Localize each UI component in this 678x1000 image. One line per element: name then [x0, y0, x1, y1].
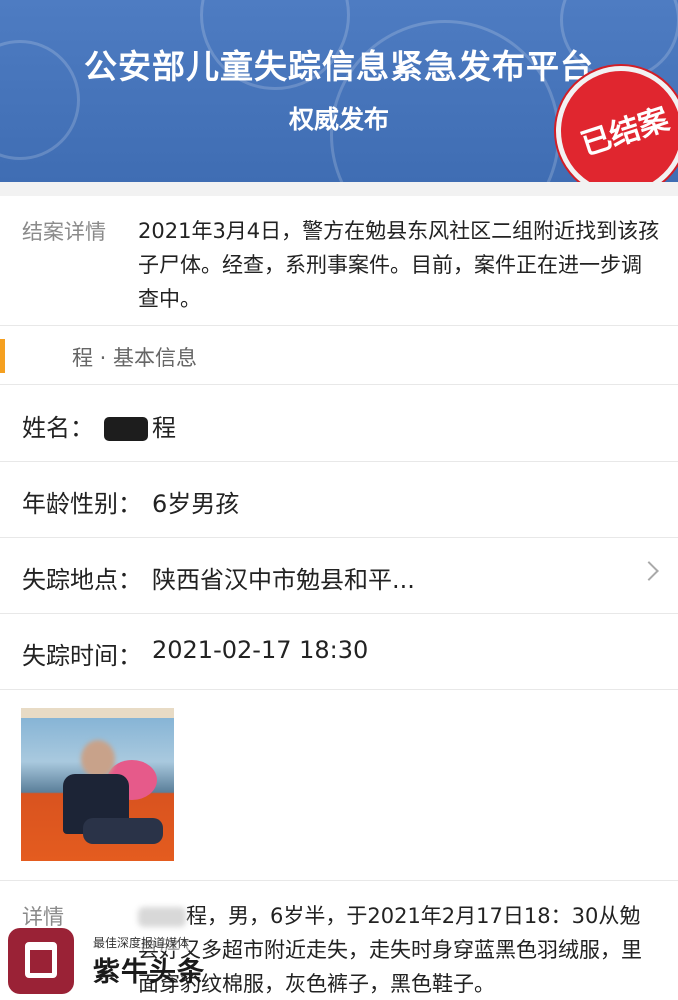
banner-title: 公安部儿童失踪信息紧急发布平台 — [84, 47, 594, 86]
detail-text-body: 程，男，6岁半，于2021年2月17日18：30从勉县好又多超市附近走失，走失时… — [138, 904, 642, 996]
ziniu-logo-icon — [8, 928, 74, 994]
info-row-age: 年龄性别： 6岁男孩 — [0, 462, 678, 538]
redaction-block — [104, 417, 148, 441]
case-details: 结案详情 2021年3月4日，警方在勉县东风社区二组附近找到该孩子尸体。经查，系… — [0, 196, 678, 326]
photo-rail — [21, 708, 174, 718]
location-value: 陕西省汉中市勉县和平... — [152, 566, 415, 594]
watermark-brand: 紫牛头条 — [93, 957, 205, 988]
basic-info-header: 程 · 基本信息 — [0, 327, 678, 385]
location-key: 失踪地点： — [22, 566, 142, 594]
age-key: 年龄性别： — [22, 490, 142, 518]
blurred-name — [138, 907, 186, 927]
child-photo[interactable] — [21, 708, 174, 861]
case-details-label: 结案详情 — [22, 220, 106, 244]
photo-legs — [83, 818, 163, 844]
basic-info-title: 程 · 基本信息 — [72, 346, 198, 370]
info-row-name: 姓名： 程 — [0, 386, 678, 462]
detail-text: 程，男，6岁半，于2021年2月17日18：30从勉县好又多超市附近走失，走失时… — [138, 899, 658, 1000]
info-row-location[interactable]: 失踪地点： 陕西省汉中市勉县和平... — [0, 538, 678, 614]
logo-glyph — [25, 942, 57, 978]
info-row-time: 失踪时间： 2021-02-17 18:30 — [0, 614, 678, 690]
detail-label: 详情 — [22, 905, 64, 929]
case-details-text: 2021年3月4日，警方在勉县东风社区二组附近找到该孩子尸体。经查，系刑事案件。… — [138, 219, 660, 311]
watermark-tagline: 最佳深度报道媒体 — [93, 934, 190, 951]
time-key: 失踪时间： — [22, 642, 142, 670]
photo-head — [81, 740, 115, 778]
chevron-right-icon[interactable] — [639, 561, 659, 581]
stamp-text: 已结案 — [576, 101, 674, 163]
section-divider — [0, 182, 678, 196]
age-value: 6岁男孩 — [152, 490, 240, 518]
section-accent-bar — [0, 339, 5, 373]
header-banner: 公安部儿童失踪信息紧急发布平台 权威发布 已结案 — [0, 0, 678, 182]
time-value: 2021-02-17 18:30 — [152, 636, 369, 664]
name-text: 程 — [152, 414, 176, 442]
name-value: 程 — [102, 408, 176, 443]
name-key: 姓名： — [22, 414, 94, 442]
